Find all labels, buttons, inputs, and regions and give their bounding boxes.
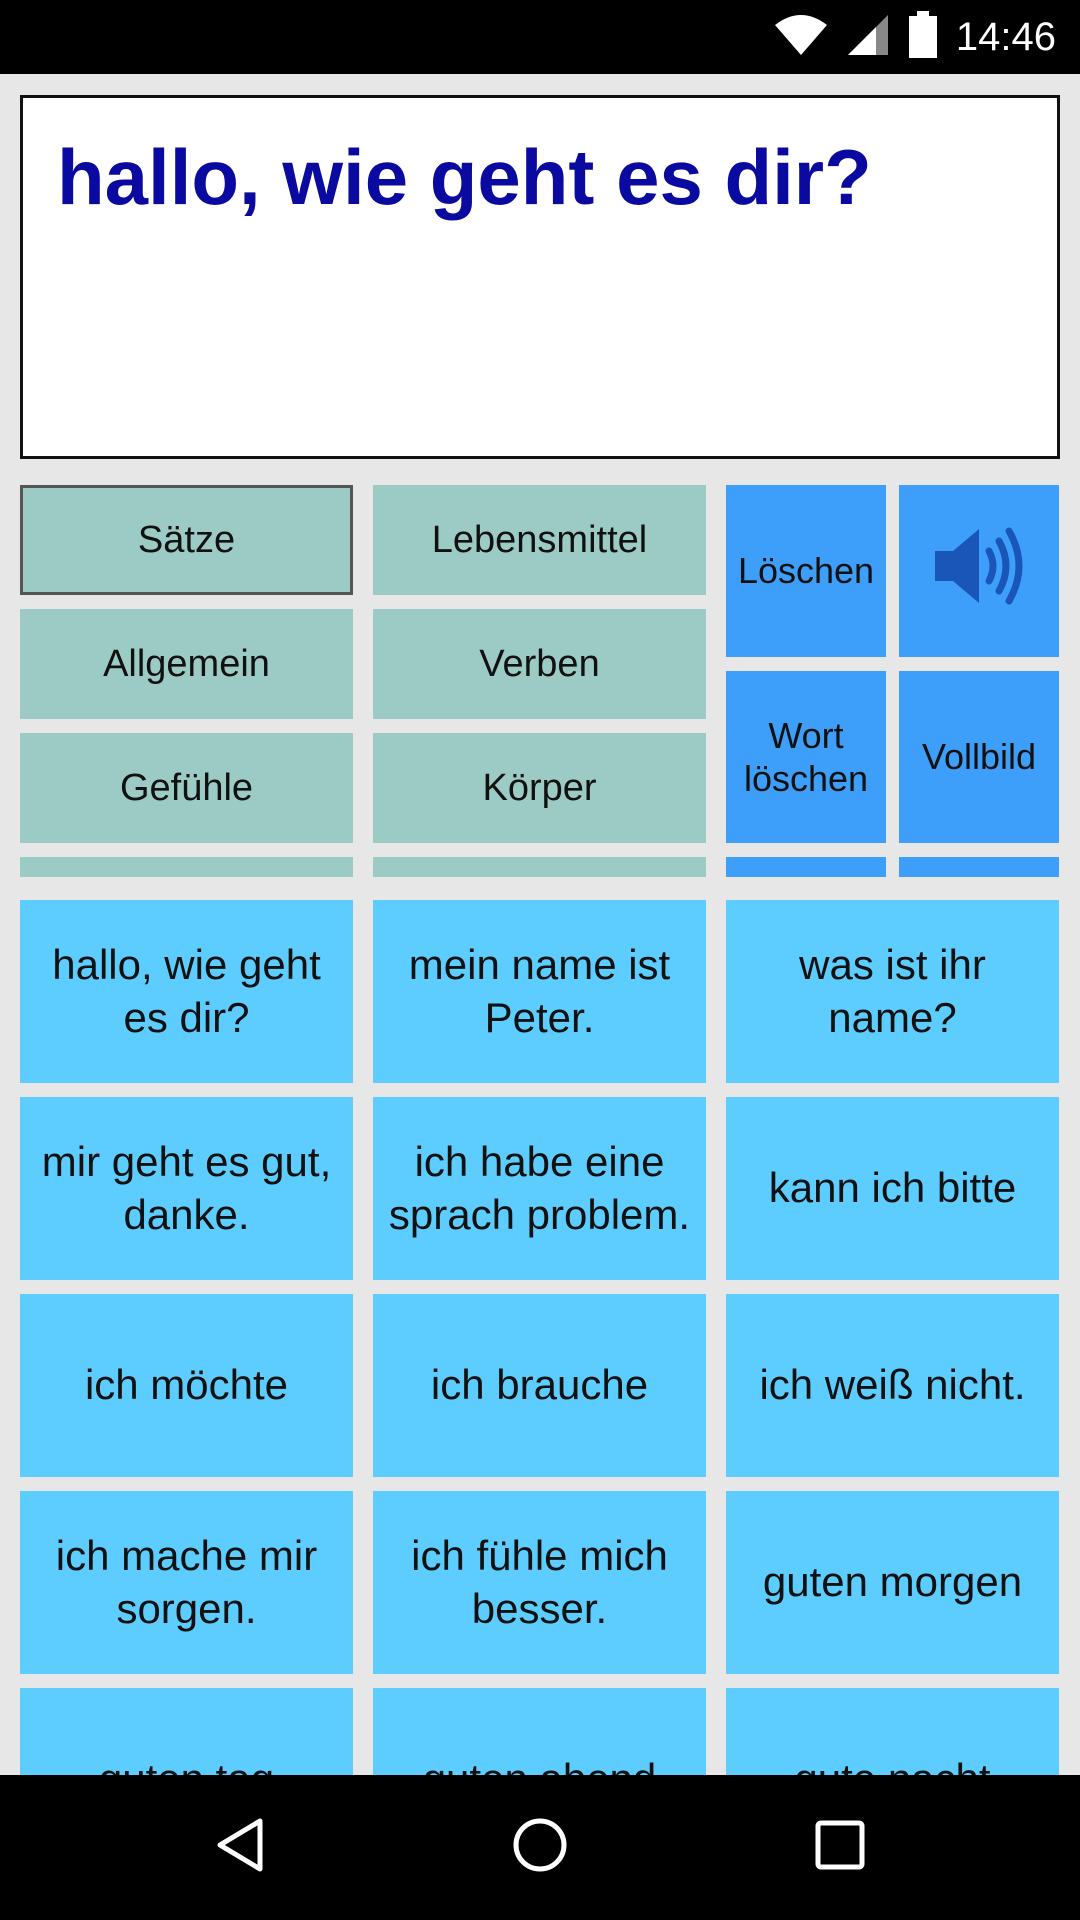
phrase-button[interactable]: hallo, wie geht es dir? <box>20 900 353 1083</box>
phrase-button[interactable]: guten morgen <box>726 1491 1059 1674</box>
status-icons: 14:46 <box>774 0 1056 74</box>
phrase-button[interactable]: mein name ist Peter. <box>373 900 706 1083</box>
phrase-button[interactable]: ich brauche <box>373 1294 706 1477</box>
status-bar: 14:46 <box>0 0 1080 74</box>
recents-icon <box>810 1815 870 1880</box>
wifi-icon <box>774 13 828 62</box>
sentence-display[interactable]: hallo, wie geht es dir? <box>20 95 1060 459</box>
recents-button[interactable] <box>770 1775 910 1920</box>
phrase-button[interactable]: kann ich bitte <box>726 1097 1059 1280</box>
cell-signal-icon <box>846 13 890 62</box>
action-partial[interactable] <box>899 857 1059 877</box>
phrase-button[interactable]: was ist ihr name? <box>726 900 1059 1083</box>
sentence-text: hallo, wie geht es dir? <box>57 133 872 221</box>
status-time: 14:46 <box>955 14 1056 59</box>
back-button[interactable] <box>170 1775 310 1920</box>
phrase-grid: hallo, wie geht es dir? mein name ist Pe… <box>20 900 1060 1775</box>
category-gefuehle[interactable]: Gefühle <box>20 733 353 843</box>
phrase-button[interactable]: ich habe eine sprach problem. <box>373 1097 706 1280</box>
phrase-button[interactable]: ich möchte <box>20 1294 353 1477</box>
phrase-button[interactable]: mir geht es gut, danke. <box>20 1097 353 1280</box>
speaker-icon <box>929 521 1029 620</box>
delete-button[interactable]: Löschen <box>726 485 886 657</box>
phrase-button[interactable]: ich fühle mich besser. <box>373 1491 706 1674</box>
fullscreen-button[interactable]: Vollbild <box>899 671 1059 843</box>
category-koerper[interactable]: Körper <box>373 733 706 843</box>
category-allgemein[interactable]: Allgemein <box>20 609 353 719</box>
phrase-button[interactable]: guten tag <box>20 1688 353 1775</box>
phrase-button[interactable]: ich weiß nicht. <box>726 1294 1059 1477</box>
phrase-button[interactable]: guten abend <box>373 1688 706 1775</box>
phrase-button[interactable]: ich mache mir sorgen. <box>20 1491 353 1674</box>
action-partial[interactable] <box>726 857 886 877</box>
category-panel: Sätze Lebensmittel Allgemein Verben Gefü… <box>20 485 1060 877</box>
delete-word-button[interactable]: Wort löschen <box>726 671 886 843</box>
battery-icon <box>908 10 938 64</box>
home-button[interactable] <box>470 1775 610 1920</box>
category-saetze[interactable]: Sätze <box>20 485 353 595</box>
home-icon <box>510 1815 570 1880</box>
back-icon <box>210 1815 270 1880</box>
category-lebensmittel[interactable]: Lebensmittel <box>373 485 706 595</box>
category-partial[interactable] <box>373 857 706 877</box>
phrase-button[interactable]: gute nacht <box>726 1688 1059 1775</box>
category-verben[interactable]: Verben <box>373 609 706 719</box>
navigation-bar <box>0 1775 1080 1920</box>
category-partial[interactable] <box>20 857 353 877</box>
speak-button[interactable] <box>899 485 1059 657</box>
